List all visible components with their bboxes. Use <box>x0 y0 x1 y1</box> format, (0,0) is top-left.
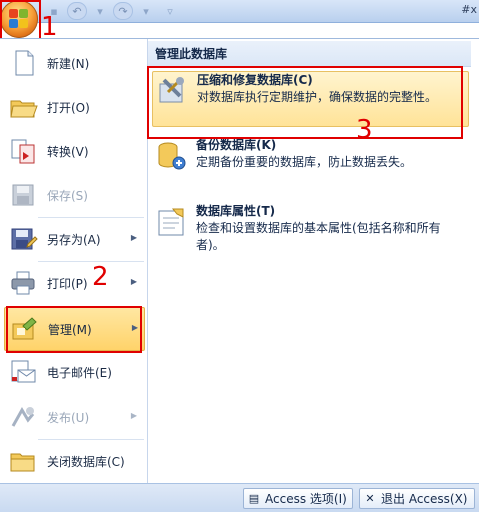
close-icon: ✕ <box>365 492 375 505</box>
email-icon <box>8 357 38 387</box>
manage-icon <box>9 314 39 344</box>
exit-access-button[interactable]: ✕ 退出 Access(X) <box>359 488 475 509</box>
compact-repair-icon <box>156 74 190 108</box>
menu-item-publish[interactable]: 发布(U) ▶ <box>4 396 143 438</box>
menu-item-save[interactable]: 保存(S) <box>4 174 143 216</box>
new-document-icon <box>8 48 38 78</box>
submenu-arrow-icon: ▶ <box>131 323 138 332</box>
undo-icon[interactable]: ↶ <box>67 2 87 20</box>
close-database-icon <box>8 446 38 476</box>
menu-item-convert[interactable]: 转换(V) <box>4 130 143 172</box>
office-menu: 新建(N) 打开(O) 转换(V) 保存(S) 另存为(A) ▶ 打印(P) ▶… <box>0 38 479 484</box>
submenu-arrow-icon: ▶ <box>130 233 137 242</box>
submenu-arrow-icon: ▶ <box>130 411 137 420</box>
manage-submenu: 管理此数据库 压缩和修复数据库(C) 对数据库执行定期维护，确保数据的完整性。 … <box>148 39 471 484</box>
menu-item-open[interactable]: 打开(O) <box>4 86 143 128</box>
submenu-item-properties[interactable]: 数据库属性(T) 检查和设置数据库的基本属性(包括名称和所有者)。 <box>152 203 467 265</box>
options-icon: ▤ <box>248 492 260 505</box>
save-disk-icon <box>8 180 38 210</box>
office-menu-commands: 新建(N) 打开(O) 转换(V) 保存(S) 另存为(A) ▶ 打印(P) ▶… <box>0 39 148 484</box>
submenu-item-compact-repair[interactable]: 压缩和修复数据库(C) 对数据库执行定期维护，确保数据的完整性。 <box>152 71 469 127</box>
quick-access-toolbar: ▪ ↶ ▾ ↷ ▾ ▿ <box>43 2 181 20</box>
window-title: #x <box>461 3 477 16</box>
submenu-arrow-icon: ▶ <box>130 277 137 286</box>
customize-qat-icon[interactable]: ▿ <box>159 3 181 19</box>
menu-item-email[interactable]: 电子邮件(E) <box>4 351 143 393</box>
title-bar: ▪ ↶ ▾ ↷ ▾ ▿ #x <box>0 0 479 23</box>
annotation-number-2: 2 <box>92 262 109 292</box>
convert-icon <box>8 136 38 166</box>
annotation-number-1: 1 <box>41 12 58 42</box>
office-menu-footer: ▤ Access 选项(I) ✕ 退出 Access(X) <box>0 483 479 512</box>
database-properties-icon <box>155 205 189 239</box>
submenu-item-backup[interactable]: 备份数据库(K) 定期备份重要的数据库，防止数据丢失。 <box>152 137 467 183</box>
menu-item-manage[interactable]: 管理(M) ▶ <box>4 307 145 351</box>
printer-icon <box>8 268 38 298</box>
save-as-icon <box>8 224 38 254</box>
menu-item-close-database[interactable]: 关闭数据库(C) <box>4 440 143 482</box>
redo-dropdown-icon[interactable]: ▾ <box>135 3 157 19</box>
access-options-button[interactable]: ▤ Access 选项(I) <box>243 488 353 509</box>
submenu-header: 管理此数据库 <box>148 41 471 67</box>
backup-database-icon <box>155 139 189 173</box>
office-logo-icon <box>9 9 29 29</box>
menu-item-print[interactable]: 打印(P) ▶ <box>4 262 143 304</box>
menu-item-new[interactable]: 新建(N) <box>4 42 143 84</box>
open-folder-icon <box>8 92 38 122</box>
undo-dropdown-icon[interactable]: ▾ <box>89 3 111 19</box>
publish-icon <box>8 402 38 432</box>
menu-item-save-as[interactable]: 另存为(A) ▶ <box>4 218 143 260</box>
office-button[interactable] <box>0 0 38 38</box>
redo-icon[interactable]: ↷ <box>113 2 133 20</box>
annotation-number-3: 3 <box>356 115 373 145</box>
